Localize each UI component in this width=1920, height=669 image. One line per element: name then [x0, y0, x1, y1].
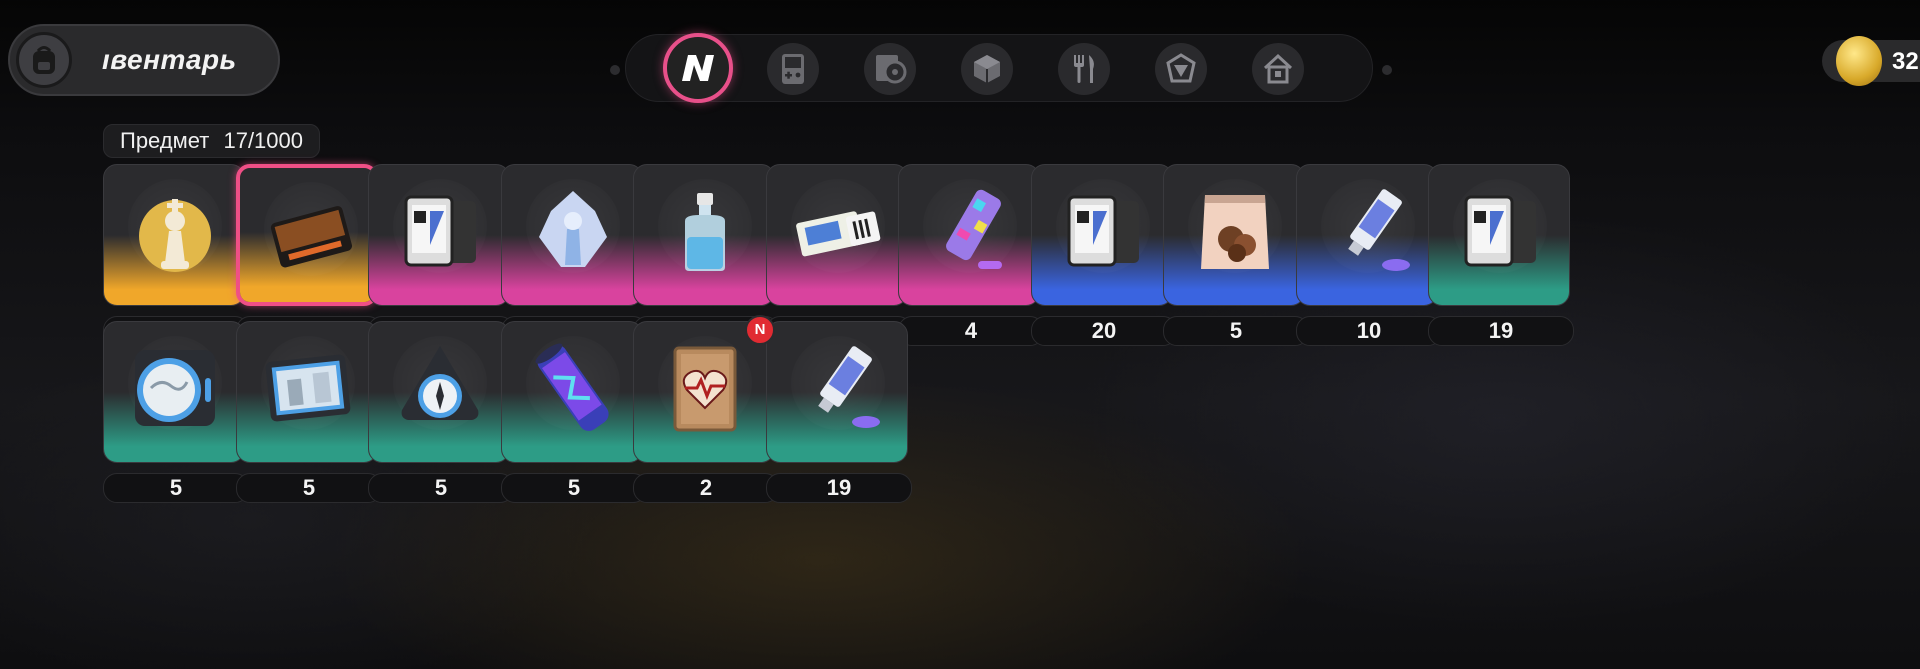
paint-tube-icon — [818, 346, 880, 428]
crystal-chess-icon — [539, 191, 607, 267]
heart-card-icon — [673, 346, 737, 432]
item-quantity: 5 — [368, 473, 514, 503]
card-pass-icon — [270, 206, 353, 268]
item-quantity: 10 — [1296, 316, 1442, 346]
tab-materials[interactable] — [961, 43, 1013, 95]
item-quantity: 5 — [1163, 316, 1309, 346]
house-icon — [1263, 53, 1293, 84]
item-quantity: 5 — [103, 473, 249, 503]
speaker-device-icon — [135, 350, 215, 426]
glitch-tube-icon — [946, 189, 1002, 269]
tab-devices[interactable] — [767, 43, 819, 95]
tablet-icon — [404, 195, 476, 267]
fork-knife-icon — [1074, 55, 1094, 83]
item-card[interactable] — [236, 164, 378, 306]
bottle-icon — [685, 193, 725, 271]
item-card[interactable] — [766, 164, 908, 306]
tab-gifts[interactable] — [1155, 43, 1207, 95]
tablet-icon — [1464, 195, 1536, 267]
item-quantity: 5 — [236, 473, 382, 503]
category-tab-bar — [610, 33, 1392, 103]
tabbar-left-dot — [610, 65, 620, 75]
page-title: ıвентарь — [102, 44, 237, 75]
item-quantity: 5 — [501, 473, 647, 503]
tab-media[interactable] — [864, 43, 916, 95]
backpack-icon[interactable] — [16, 32, 72, 88]
snack-bag-icon — [1201, 195, 1269, 269]
currency-value: 32 — [1892, 48, 1919, 75]
item-category-label: Предмет — [120, 128, 210, 153]
item-quantity: 19 — [766, 473, 912, 503]
item-card[interactable] — [898, 164, 1040, 306]
item-card[interactable] — [1163, 164, 1305, 306]
canister-icon — [535, 343, 609, 431]
cube-icon — [974, 55, 1000, 83]
item-card[interactable] — [766, 321, 908, 463]
item-quantity: 19 — [1428, 316, 1574, 346]
item-count-value: 17/1000 — [223, 128, 303, 153]
inventory-header: ıвентарь — [8, 24, 280, 96]
ticket-icon — [796, 211, 881, 257]
item-card[interactable] — [633, 164, 775, 306]
compass-device-icon — [401, 346, 479, 420]
tab-items[interactable] — [663, 33, 733, 103]
currency-display[interactable]: 32 — [1822, 36, 1920, 86]
item-quantity: 4 — [898, 316, 1044, 346]
n-logo-icon — [682, 55, 714, 81]
new-badge: N — [745, 315, 775, 345]
item-card[interactable] — [368, 164, 510, 306]
coin-icon — [1836, 36, 1882, 86]
item-card[interactable] — [1031, 164, 1173, 306]
item-card[interactable] — [368, 321, 510, 463]
paint-tube-icon — [1348, 189, 1410, 271]
item-card[interactable] — [103, 164, 245, 306]
chess-king-icon — [139, 199, 211, 272]
item-quantity: 2 — [633, 473, 779, 503]
tabbar-right-dot — [1382, 65, 1392, 75]
gem-box-icon — [1166, 53, 1196, 83]
item-card[interactable] — [501, 321, 643, 463]
item-quantity: 20 — [1031, 316, 1177, 346]
item-card[interactable] — [501, 164, 643, 306]
gameboy-icon — [782, 54, 804, 84]
item-card[interactable] — [1296, 164, 1438, 306]
item-card[interactable] — [103, 321, 245, 463]
item-card[interactable] — [1428, 164, 1570, 306]
item-card[interactable] — [236, 321, 378, 463]
disc-case-icon — [876, 55, 907, 84]
tab-furniture[interactable] — [1252, 43, 1304, 95]
item-count-label: Предмет 17/1000 — [103, 124, 320, 158]
photo-frame-icon — [265, 354, 351, 422]
tablet-icon — [1067, 195, 1139, 267]
tab-food[interactable] — [1058, 43, 1110, 95]
